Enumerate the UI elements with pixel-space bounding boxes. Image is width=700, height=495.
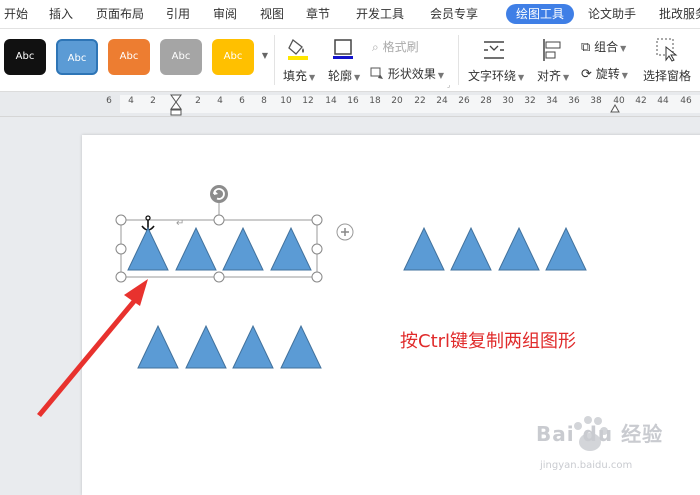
- triangle-shape[interactable]: [232, 324, 274, 369]
- resize-handle-w[interactable]: [115, 243, 127, 255]
- triangle-shape[interactable]: [185, 324, 227, 369]
- resize-handle-nw[interactable]: [115, 214, 127, 226]
- triangle-shape[interactable]: [403, 226, 445, 271]
- rotate-handle-icon[interactable]: [210, 185, 228, 203]
- triangle-shape[interactable]: [127, 226, 169, 271]
- triangle-shape[interactable]: [175, 226, 217, 271]
- paragraph-mark-icon: ↵: [176, 218, 184, 229]
- triangle-shape[interactable]: [137, 324, 179, 369]
- triangle-shape[interactable]: [450, 226, 492, 271]
- resize-handle-s[interactable]: [213, 271, 225, 283]
- triangle-shape[interactable]: [270, 226, 312, 271]
- layout-options-icon[interactable]: [336, 223, 354, 241]
- resize-handle-e[interactable]: [311, 243, 323, 255]
- watermark-url: jingyan.baidu.com: [540, 460, 633, 471]
- triangle-shape[interactable]: [498, 226, 540, 271]
- resize-handle-sw[interactable]: [115, 271, 127, 283]
- annotation-arrow: [37, 279, 148, 417]
- triangle-shape[interactable]: [280, 324, 322, 369]
- resize-handle-ne[interactable]: [311, 214, 323, 226]
- triangle-shape[interactable]: [545, 226, 587, 271]
- annotation-text: 按Ctrl键复制两组图形: [400, 331, 577, 352]
- triangle-shape[interactable]: [222, 226, 264, 271]
- watermark-text: Bai du 经验: [536, 422, 664, 446]
- resize-handle-n[interactable]: [213, 214, 225, 226]
- resize-handle-se[interactable]: [311, 271, 323, 283]
